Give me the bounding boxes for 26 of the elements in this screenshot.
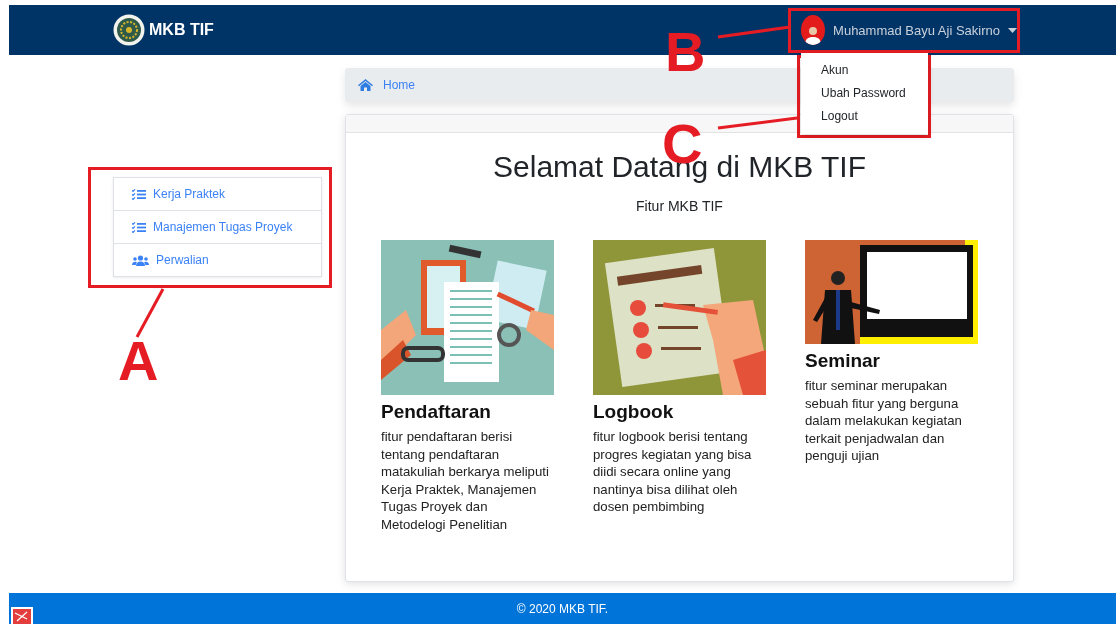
app-icon bbox=[11, 607, 33, 624]
list-icon bbox=[132, 221, 146, 233]
list-icon bbox=[132, 188, 146, 200]
sidebar-item[interactable]: Manajemen Tugas Proyek bbox=[114, 211, 321, 244]
leader-line bbox=[135, 288, 165, 338]
sidebar-item[interactable]: Kerja Praktek bbox=[114, 178, 321, 211]
feature-description: fitur pendaftaran berisi tentang pendaftaran matakuliah berkarya meliputi Kerja Praktek, Manajemen Tugas Proyek dan Metodelogi Penelitian bbox=[381, 428, 550, 534]
copyright-text: © 2020 MKB TIF. bbox=[516, 601, 609, 616]
sidebar-item[interactable]: Perwalian bbox=[114, 244, 321, 276]
menu-item[interactable]: Akun bbox=[801, 59, 929, 82]
brand-name: MKB TIF bbox=[149, 21, 214, 39]
annotation-letter: A bbox=[118, 333, 159, 389]
menu-item[interactable]: Logout bbox=[801, 105, 929, 128]
logo-icon bbox=[113, 14, 145, 46]
feature-title: Logbook bbox=[593, 401, 675, 423]
feature-description: fitur logbook berisi tentang progres kegiatan yang bisa diidi secara online yang nantinya bisa dilihat oleh dosen pembimbing bbox=[593, 428, 753, 516]
users-icon bbox=[132, 254, 149, 266]
menu-item[interactable]: Ubah Password bbox=[801, 82, 929, 105]
welcome-subtitle: Fitur MKB TIF bbox=[635, 198, 724, 214]
avatar-icon bbox=[801, 15, 826, 45]
feature-title: Seminar bbox=[805, 350, 881, 372]
feature-title: Pendaftaran bbox=[381, 401, 492, 423]
home-icon bbox=[358, 79, 373, 91]
caret-icon bbox=[1008, 27, 1017, 33]
user-menu-toggle[interactable]: Muhammad Bayu Aji Sakirno bbox=[801, 11, 1021, 49]
feature-description: fitur seminar merupakan sebuah fitur yang berguna dalam melakukan kegiatan terkait penjadwalan dan penguji ujian bbox=[805, 377, 963, 465]
